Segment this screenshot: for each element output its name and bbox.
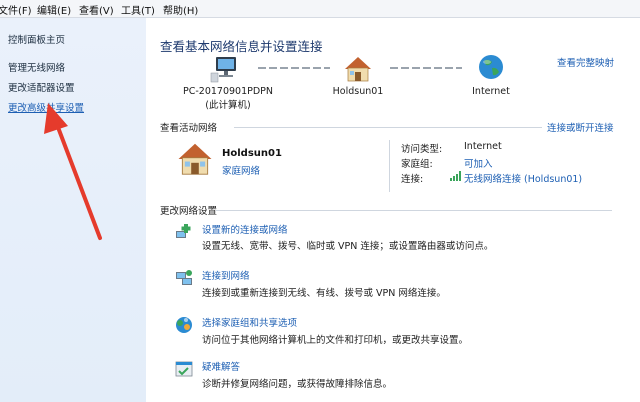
red-arrow-annotation [44,103,102,240]
connect-network-icon [176,270,192,285]
task-homegroup-link[interactable]: 选择家庭组和共享选项 [202,315,297,329]
homegroup-link[interactable]: 可加入 [464,156,493,170]
pc-node-label: PC-20170901PDPN (此计算机) [178,86,278,111]
pc-sub-label: (此计算机) [205,100,251,111]
change-settings-heading: 更改网络设置 [160,206,218,217]
internet-node-label: Internet [472,86,510,97]
page-title: 查看基本网络信息并设置连接 [160,39,323,54]
troubleshoot-icon [175,361,193,377]
see-full-map-link[interactable]: 查看完整映射 [557,55,614,69]
connect-disconnect-link[interactable]: 连接或断开连接 [547,120,614,134]
section-divider [216,210,612,211]
task-connect-network-link[interactable]: 连接到网络 [202,268,250,282]
access-type-label: 访问类型: [401,144,443,155]
house-icon [178,143,212,175]
vertical-divider [389,140,390,192]
active-network-heading: 查看活动网络 [160,123,218,134]
active-network-name: Holdsun01 [222,148,282,159]
task-troubleshoot-link[interactable]: 疑难解答 [202,359,240,373]
task-setup-connection-link[interactable]: 设置新的连接或网络 [202,222,288,236]
pc-name: PC-20170901PDPN [182,86,274,97]
signal-bars-icon [450,171,461,181]
homegroup-icon [176,317,192,333]
computer-icon [210,57,236,83]
homegroup-label: 家庭组: [401,159,433,170]
task-troubleshoot-desc: 诊断并修复网络问题，或获得故障排除信息。 [202,379,393,390]
network-type-link[interactable]: 家庭网络 [222,163,260,177]
access-type-value: Internet [464,141,502,152]
connection-label: 连接: [401,174,424,185]
globe-icon [479,55,503,79]
menu-help[interactable]: 帮助(H) [163,2,198,17]
task-connect-network-desc: 连接到或重新连接到无线、有线、拨号或 VPN 网络连接。 [202,288,446,299]
task-setup-connection-desc: 设置无线、宽带、拨号、临时或 VPN 连接；或设置路由器或访问点。 [202,241,494,252]
connection-line-internet [390,67,462,69]
main-panel: 查看基本网络信息并设置连接 查看完整映射 PC-20170901PDPN (此计… [146,18,640,402]
connection-line-pc [258,67,330,69]
task-homegroup-desc: 访问位于其他网络计算机上的文件和打印机，或更改共享设置。 [202,335,469,346]
wireless-connection-link[interactable]: 无线网络连接 (Holdsun01) [464,171,582,185]
network-setup-icon [176,224,191,238]
network-node-label: Holdsun01 [332,86,384,97]
house-icon [345,57,371,82]
section-divider [234,127,542,128]
